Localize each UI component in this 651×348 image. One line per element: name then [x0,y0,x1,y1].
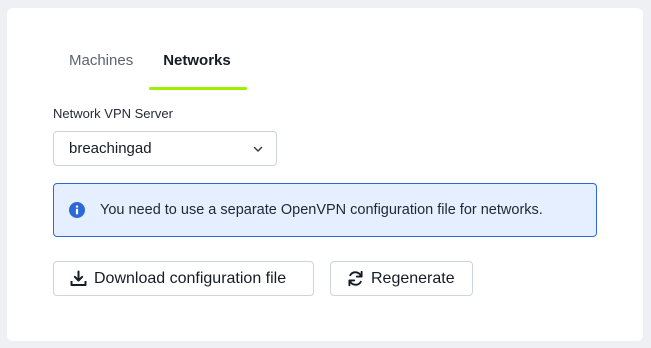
tab-label: Machines [69,52,134,69]
refresh-icon [348,270,363,287]
alert-message: You need to use a separate OpenVPN confi… [100,202,543,218]
download-icon [70,270,87,286]
chevron-down-icon [253,146,263,152]
info-circle-icon [69,202,85,218]
tab-label: Networks [163,52,231,69]
tab-bar: Machines Networks [55,46,247,94]
vpn-settings-card: Machines Networks Network VPN Server bre… [7,8,643,341]
download-config-button[interactable]: Download configuration file [53,261,314,296]
network-vpn-server-select[interactable]: breachingad [53,131,277,166]
tab-machines[interactable]: Machines [55,46,149,80]
button-label: Download configuration file [94,269,287,287]
info-alert: You need to use a separate OpenVPN confi… [53,183,597,237]
selected-value: breachingad [69,140,152,157]
network-vpn-server-label: Network VPN Server [53,106,173,121]
button-label: Regenerate [371,269,455,287]
regenerate-button[interactable]: Regenerate [330,261,473,296]
tab-networks[interactable]: Networks [149,46,247,90]
